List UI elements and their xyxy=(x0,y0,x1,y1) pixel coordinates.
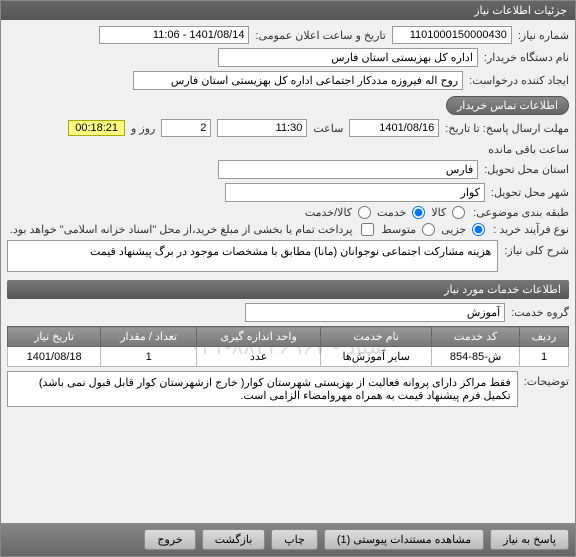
category-label: طبقه بندی موضوعی: xyxy=(473,206,569,219)
remain-label: ساعت باقی مانده xyxy=(488,143,569,156)
pay-note-label: پرداخت تمام یا بخشی از مبلغ خرید،از محل … xyxy=(10,223,353,236)
table-header-row: ردیف کد خدمت نام خدمت واحد اندازه گیری ت… xyxy=(8,327,569,347)
th-unit: واحد اندازه گیری xyxy=(197,327,321,347)
row-deadline: مهلت ارسال پاسخ: تا تاریخ: 1401/08/16 سا… xyxy=(7,119,569,156)
purchase-type-radios: جزیی متوسط xyxy=(382,223,488,236)
print-button[interactable]: چاپ xyxy=(271,529,318,550)
notes-label: توضیحات: xyxy=(524,371,569,388)
cell-date: 1401/08/18 xyxy=(8,347,101,367)
announce-label: تاریخ و ساعت اعلان عمومی: xyxy=(255,29,385,42)
radio-medium[interactable] xyxy=(422,223,435,236)
city-field: کوار xyxy=(225,183,485,202)
purchase-type-label: نوع فرآیند خرید : xyxy=(493,223,569,236)
radio-small-label: جزیی xyxy=(441,223,466,236)
exit-button[interactable]: خروج xyxy=(144,529,195,550)
row-province: استان محل تحویل: فارس xyxy=(7,160,569,179)
th-idx: ردیف xyxy=(520,327,569,347)
cell-idx: 1 xyxy=(520,347,569,367)
city-label: شهر محل تحویل: xyxy=(491,186,569,199)
radio-both[interactable] xyxy=(358,206,371,219)
row-category: طبقه بندی موضوعی: کالا خدمت کالا/خدمت xyxy=(7,206,569,219)
cell-unit: عدد xyxy=(197,347,321,367)
need-no-label: شماره نیاز: xyxy=(518,29,569,42)
attachments-button[interactable]: مشاهده مستندات پیوستی (1) xyxy=(324,529,484,550)
row-creator: ایجاد کننده درخواست: روح اله فیروزه مددک… xyxy=(7,71,569,115)
deadline-date-field: 1401/08/16 xyxy=(349,119,439,137)
window-titlebar: جزئیات اطلاعات نیاز xyxy=(1,1,575,20)
province-label: استان محل تحویل: xyxy=(484,163,569,176)
need-desc-field: هزینه مشارکت اجتماعی نوجوانان (مانا) مطا… xyxy=(7,240,498,272)
days-field: 2 xyxy=(161,119,211,137)
table-row: 1 ش-85-854 سایر آموزش‌ها عدد 1 1401/08/1… xyxy=(8,347,569,367)
cell-name: سایر آموزش‌ها xyxy=(321,347,432,367)
radio-service-label: خدمت xyxy=(377,206,406,219)
row-need-no: شماره نیاز: 1101000150000430 تاریخ و ساع… xyxy=(7,26,569,44)
section-services-header: اطلاعات خدمات مورد نیاز xyxy=(7,280,569,299)
row-need-desc: شرح کلی نیاز: هزینه مشارکت اجتماعی نوجوا… xyxy=(7,240,569,272)
buyer-org-field: اداره کل بهزیستی استان فارس xyxy=(218,48,478,67)
row-city: شهر محل تحویل: کوار xyxy=(7,183,569,202)
service-group-field: آموزش xyxy=(245,303,505,322)
buyer-org-label: نام دستگاه خریدار: xyxy=(484,51,569,64)
category-radios: کالا خدمت کالا/خدمت xyxy=(305,206,467,219)
deadline-label: مهلت ارسال پاسخ: تا تاریخ: xyxy=(445,122,569,135)
need-details-window: جزئیات اطلاعات نیاز شماره نیاز: 11010001… xyxy=(0,0,576,557)
th-code: کد خدمت xyxy=(432,327,520,347)
cell-code: ش-85-854 xyxy=(432,347,520,367)
row-buyer: نام دستگاه خریدار: اداره کل بهزیستی استا… xyxy=(7,48,569,67)
need-desc-label: شرح کلی نیاز: xyxy=(504,240,569,257)
services-table-wrap: ردیف کد خدمت نام خدمت واحد اندازه گیری ت… xyxy=(7,326,569,367)
form-content: شماره نیاز: 1101000150000430 تاریخ و ساع… xyxy=(1,20,575,523)
window-title: جزئیات اطلاعات نیاز xyxy=(474,5,567,17)
radio-both-label: کالا/خدمت xyxy=(305,206,352,219)
back-button[interactable]: بازگشت xyxy=(202,529,266,550)
announce-field: 1401/08/14 - 11:06 xyxy=(99,26,249,44)
radio-service[interactable] xyxy=(412,206,425,219)
services-table: ردیف کد خدمت نام خدمت واحد اندازه گیری ت… xyxy=(7,326,569,367)
th-qty: تعداد / مقدار xyxy=(101,327,197,347)
footer-toolbar: پاسخ به نیاز مشاهده مستندات پیوستی (1) چ… xyxy=(1,523,575,556)
days-label: روز و xyxy=(131,122,155,135)
creator-label: ایجاد کننده درخواست: xyxy=(469,74,569,87)
radio-small[interactable] xyxy=(472,223,485,236)
contact-buyer-button[interactable]: اطلاعات تماس خریدار xyxy=(446,96,569,115)
row-service-group: گروه خدمت: آموزش xyxy=(7,303,569,322)
countdown-field: 00:18:21 xyxy=(68,120,125,136)
reply-button[interactable]: پاسخ به نیاز xyxy=(490,529,569,550)
row-notes: توضیحات: فقط مراکز دارای پروانه فعالیت ا… xyxy=(7,371,569,407)
need-no-field: 1101000150000430 xyxy=(392,26,512,44)
radio-medium-label: متوسط xyxy=(382,223,417,236)
row-purchase-type: نوع فرآیند خرید : جزیی متوسط پرداخت تمام… xyxy=(7,223,569,236)
th-date: تاریخ نیاز xyxy=(8,327,101,347)
radio-goods[interactable] xyxy=(452,206,465,219)
service-group-label: گروه خدمت: xyxy=(511,306,569,319)
creator-field: روح اله فیروزه مددکار اجتماعی اداره کل ب… xyxy=(133,71,463,90)
th-name: نام خدمت xyxy=(321,327,432,347)
radio-goods-label: کالا xyxy=(431,206,446,219)
treasury-checkbox[interactable] xyxy=(361,223,374,236)
notes-field: فقط مراکز دارای پروانه فعالیت از بهزیستی… xyxy=(7,371,518,407)
deadline-time-field: 11:30 xyxy=(217,119,307,137)
province-field: فارس xyxy=(218,160,478,179)
cell-qty: 1 xyxy=(101,347,197,367)
time-label: ساعت xyxy=(313,122,343,135)
